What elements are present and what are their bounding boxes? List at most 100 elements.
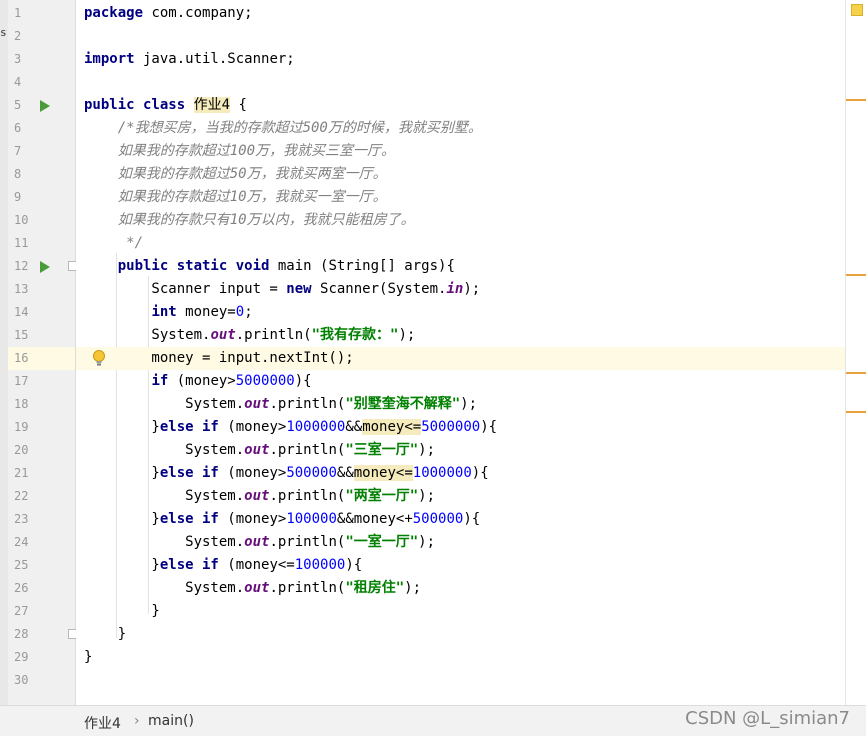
- error-stripe[interactable]: [845, 0, 866, 705]
- gutter-row[interactable]: 3: [8, 48, 75, 71]
- code-line[interactable]: }else if (money>1000000&&money<=5000000)…: [76, 416, 497, 439]
- gutter-row[interactable]: 22: [8, 485, 75, 508]
- code-token: );: [398, 327, 416, 343]
- code-line[interactable]: System.out.println("两室一厅");: [76, 485, 435, 508]
- line-number: 27: [14, 604, 29, 618]
- gutter-row[interactable]: 4: [8, 71, 75, 94]
- code-token: System.: [84, 488, 245, 504]
- code-token: .println(: [235, 327, 312, 343]
- gutter-row[interactable]: 18: [8, 393, 75, 416]
- gutter-row[interactable]: 9: [8, 186, 75, 209]
- line-number: 4: [14, 75, 22, 89]
- code-token: System.: [84, 396, 245, 412]
- code-line[interactable]: */: [76, 232, 143, 255]
- gutter-row[interactable]: 24: [8, 531, 75, 554]
- code-token: &&: [345, 419, 363, 435]
- code-line[interactable]: [76, 669, 84, 692]
- breadcrumb-class[interactable]: 作业4: [84, 713, 121, 733]
- code-line[interactable]: public static void main (String[] args){: [76, 255, 455, 278]
- gutter-row[interactable]: 15: [8, 324, 75, 347]
- inspection-ok-icon[interactable]: [851, 4, 863, 16]
- code-token: 5000000: [235, 373, 295, 389]
- code-line[interactable]: System.out.println("三室一厅");: [76, 439, 435, 462]
- gutter-row[interactable]: 20: [8, 439, 75, 462]
- code-token: .println(: [269, 396, 346, 412]
- code-token: 如果我的存款只有10万以内，我就只能租房了。: [84, 212, 415, 228]
- error-stripe-mark[interactable]: [846, 372, 866, 374]
- run-gutter-icon[interactable]: [40, 261, 50, 273]
- code-line[interactable]: money = input.nextInt();: [76, 347, 846, 370]
- code-token: .println(: [269, 534, 346, 550]
- gutter-row[interactable]: 13: [8, 278, 75, 301]
- run-gutter-icon[interactable]: [40, 100, 50, 112]
- code-token: else if: [159, 419, 219, 435]
- gutter-row[interactable]: 19: [8, 416, 75, 439]
- breadcrumb-separator: ›: [134, 713, 140, 729]
- code-token: );: [404, 580, 422, 596]
- code-line[interactable]: 如果我的存款只有10万以内，我就只能租房了。: [76, 209, 415, 232]
- code-line[interactable]: 如果我的存款超过10万，我就买一室一厅。: [76, 186, 387, 209]
- code-token: "三室一厅": [345, 442, 419, 458]
- code-token: 如果我的存款超过100万，我就买三室一厅。: [84, 143, 395, 159]
- gutter-row[interactable]: 17: [8, 370, 75, 393]
- line-number: 12: [14, 259, 29, 273]
- line-number: 18: [14, 397, 29, 411]
- error-stripe-mark[interactable]: [846, 274, 866, 276]
- gutter-row[interactable]: 29: [8, 646, 75, 669]
- code-line[interactable]: }else if (money>100000&&money<+500000){: [76, 508, 480, 531]
- code-token: money = input.nextInt();: [84, 350, 354, 366]
- code-line[interactable]: System.out.println("别墅奎海不解释");: [76, 393, 477, 416]
- code-line[interactable]: public class 作业4 {: [76, 94, 247, 117]
- gutter-row[interactable]: 1: [8, 2, 75, 25]
- gutter-row[interactable]: 7: [8, 140, 75, 163]
- gutter-row[interactable]: 6: [8, 117, 75, 140]
- code-token: 5000000: [421, 419, 481, 435]
- intention-bulb-icon[interactable]: [92, 350, 106, 367]
- code-line[interactable]: System.out.println("一室一厅");: [76, 531, 435, 554]
- code-line[interactable]: /*我想买房，当我的存款超过500万的时候，我就买别墅。: [76, 117, 482, 140]
- code-token: 100000: [286, 511, 337, 527]
- code-line[interactable]: Scanner input = new Scanner(System.in);: [76, 278, 480, 301]
- gutter-row[interactable]: 30: [8, 669, 75, 692]
- code-line[interactable]: 如果我的存款超过50万，我就买两室一厅。: [76, 163, 387, 186]
- code-line[interactable]: }else if (money<=100000){: [76, 554, 362, 577]
- gutter-row[interactable]: 25: [8, 554, 75, 577]
- gutter-row[interactable]: 8: [8, 163, 75, 186]
- line-number: 23: [14, 512, 29, 526]
- code-line[interactable]: System.out.println("我有存款：");: [76, 324, 415, 347]
- gutter-row[interactable]: 14: [8, 301, 75, 324]
- code-line[interactable]: if (money>5000000){: [76, 370, 311, 393]
- code-line[interactable]: [76, 71, 84, 94]
- gutter-row[interactable]: 26: [8, 577, 75, 600]
- code-token: }: [84, 419, 160, 435]
- code-line[interactable]: }: [76, 600, 159, 623]
- line-number: 1: [14, 6, 22, 20]
- gutter-row[interactable]: 2: [8, 25, 75, 48]
- code-line[interactable]: int money=0;: [76, 301, 252, 324]
- code-token: 0: [235, 304, 245, 320]
- code-line[interactable]: package com.company;: [76, 2, 253, 25]
- gutter-row[interactable]: 28: [8, 623, 78, 646]
- code-line[interactable]: import java.util.Scanner;: [76, 48, 295, 71]
- gutter-row[interactable]: 27: [8, 600, 75, 623]
- gutter-row[interactable]: 16: [8, 347, 75, 370]
- code-token: "我有存款：": [311, 327, 399, 343]
- code-editor[interactable]: package com.company; import java.util.Sca…: [76, 0, 846, 705]
- code-token: else if: [159, 465, 219, 481]
- code-line[interactable]: [76, 25, 84, 48]
- gutter-row[interactable]: 11: [8, 232, 75, 255]
- code-line[interactable]: }: [76, 623, 126, 646]
- gutter-row[interactable]: 5: [8, 94, 75, 117]
- code-line[interactable]: System.out.println("租房住");: [76, 577, 421, 600]
- code-line[interactable]: }: [76, 646, 92, 669]
- gutter-row[interactable]: 21: [8, 462, 75, 485]
- gutter-row[interactable]: 12: [8, 255, 78, 278]
- gutter-row[interactable]: 23: [8, 508, 75, 531]
- error-stripe-mark[interactable]: [846, 411, 866, 413]
- breadcrumb-method[interactable]: main(): [148, 713, 194, 729]
- gutter-row[interactable]: 10: [8, 209, 75, 232]
- error-stripe-mark[interactable]: [846, 99, 866, 101]
- code-line[interactable]: }else if (money>500000&&money<=1000000){: [76, 462, 489, 485]
- code-line[interactable]: 如果我的存款超过100万，我就买三室一厅。: [76, 140, 395, 163]
